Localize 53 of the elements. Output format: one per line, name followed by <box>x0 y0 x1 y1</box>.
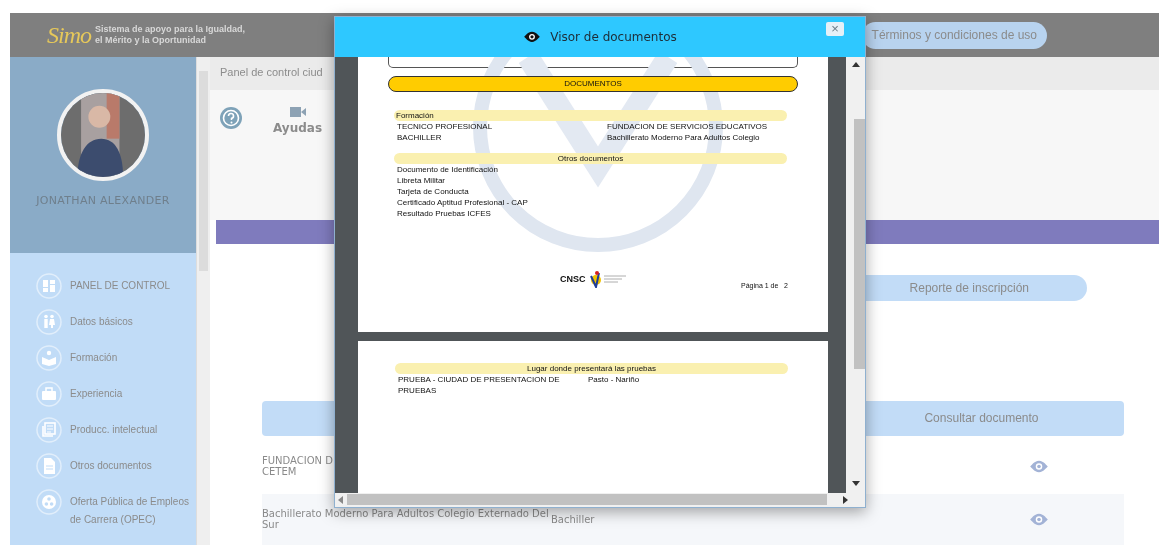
document-text: Certificado Aptitud Profesional - CAP <box>397 197 529 208</box>
user-name: JONATHAN ALEXANDER <box>36 194 170 207</box>
document-text: FUNDACION DE SERVICIOS EDUCATIVOS <box>607 121 768 132</box>
document-text: Bachillerato Moderno Para Adultos Colegio <box>607 132 760 143</box>
eye-icon[interactable] <box>523 31 542 43</box>
sidebar-item[interactable]: Otros documentos <box>36 453 196 479</box>
sidebar-item[interactable]: PANEL DE CONTROL <box>36 273 196 299</box>
text-lines-drawing <box>603 274 628 284</box>
document-text: PRUEBA - CIUDAD DE PRESENTACION DE PRUEBAS <box>398 374 561 396</box>
dialog-title: Visor de documentos <box>550 30 677 44</box>
menu-icon <box>36 345 62 371</box>
sidebar-item[interactable]: Experiencia <box>36 381 196 407</box>
tagline: Sistema de apoyo para la Igualdad, el Mérito y la Oportunidad <box>95 24 246 46</box>
sidebar-item[interactable]: Producc. intelectual <box>36 417 196 443</box>
document-text: Pasto - Nariño <box>588 374 640 386</box>
help-label[interactable]: Ayudas <box>273 120 323 135</box>
view-icon[interactable] <box>1029 513 1049 526</box>
menu-icon <box>36 417 62 443</box>
menu-icon <box>36 453 62 479</box>
menu-icon <box>36 381 62 407</box>
section-heading: Otros documentos <box>394 153 787 164</box>
document-text: BACHILLER <box>397 132 443 143</box>
section-heading: Formación <box>394 110 787 121</box>
scroll-down-icon[interactable] <box>852 481 860 486</box>
figure-icon <box>587 270 602 288</box>
logo: Simo <box>47 21 91 49</box>
scroll-right-icon[interactable] <box>843 496 848 504</box>
sidebar-item[interactable]: Formación <box>36 345 196 371</box>
document-text: Documento de Identificación <box>397 164 499 175</box>
column-header: Consultar documento <box>923 411 1040 426</box>
sidebar-item[interactable]: Oferta Pública de Empleos de Carrera (OPEC) <box>36 489 196 529</box>
scrollbar-thumb[interactable] <box>854 119 865 369</box>
table-cell: Bachiller <box>551 514 595 525</box>
document-text: Libreta Militar <box>397 175 446 186</box>
table-cell-text: Bachillerato Moderno Para Adultos Colegio Externado Del Sur <box>262 508 550 531</box>
sidebar-item[interactable]: Datos básicos <box>36 309 196 335</box>
scrollbar-thumb[interactable] <box>347 494 827 505</box>
scroll-up-icon[interactable] <box>852 62 860 67</box>
table-cell-text: FUNDACION D CETEM <box>262 455 334 478</box>
document-text: Tarjeta de Conducta <box>397 186 470 197</box>
logo-text: CNSC <box>560 274 586 284</box>
menu-icon <box>36 273 62 299</box>
menu-icon <box>36 309 62 335</box>
video-camera-icon[interactable] <box>289 105 306 118</box>
document-text: Resultado Pruebas ICFES <box>397 208 492 219</box>
view-icon[interactable] <box>1029 460 1049 473</box>
help-icon[interactable] <box>219 105 243 130</box>
document-text: TECNICO PROFESIONAL <box>397 121 494 132</box>
section-heading: Lugar donde presentará las pruebas <box>395 363 788 374</box>
section-banner: DOCUMENTOS <box>388 76 798 92</box>
close-button[interactable]: × <box>826 22 844 36</box>
menu-icon <box>36 489 62 515</box>
scroll-left-icon[interactable] <box>338 496 343 504</box>
